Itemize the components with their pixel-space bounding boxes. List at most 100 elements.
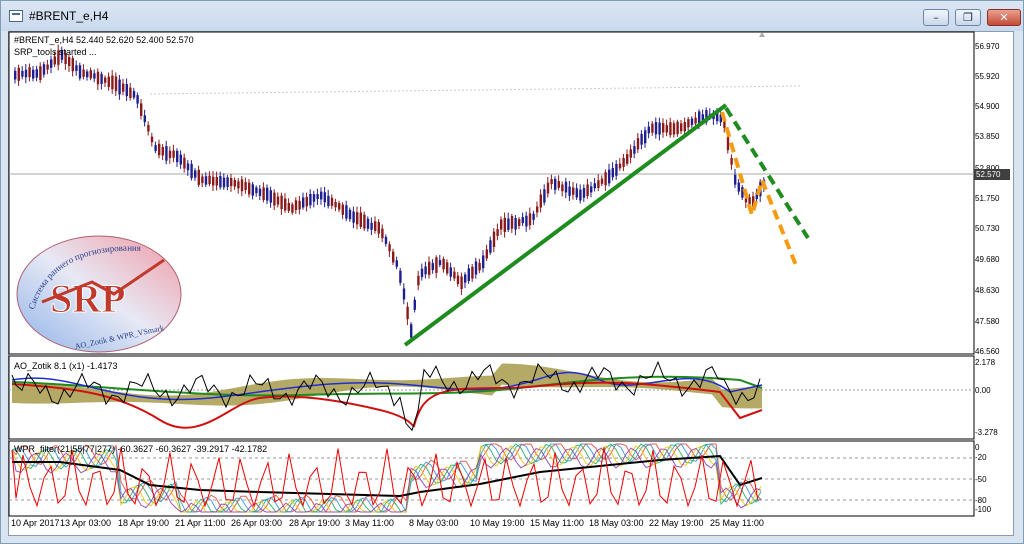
candle-body	[532, 213, 535, 220]
candle-body	[233, 180, 236, 187]
candle-body	[640, 133, 643, 145]
price-axis-label: 49.680	[975, 255, 1000, 264]
candle-body	[730, 157, 733, 165]
time-axis-label: 18 Apr 19:00	[118, 518, 170, 528]
candle-body	[284, 198, 287, 211]
candle-body	[438, 260, 442, 265]
time-axis-label: 26 Apr 03:00	[231, 518, 283, 528]
candle-body	[734, 174, 737, 185]
level-line	[149, 85, 801, 95]
candle-body	[546, 182, 550, 194]
candle-body	[550, 179, 553, 185]
candle-body	[518, 219, 521, 226]
candle-body	[690, 118, 694, 126]
candle-body	[208, 175, 211, 185]
price-axis-label: 50.730	[975, 224, 1000, 233]
time-axis-label: 13 Apr 03:00	[60, 518, 112, 528]
candle-body	[132, 91, 136, 98]
price-axis-label: 48.630	[975, 286, 1000, 295]
candle-body	[320, 191, 323, 200]
candle-body	[654, 122, 658, 135]
candle-body	[482, 255, 485, 269]
candle-body	[298, 200, 301, 210]
candle-body	[363, 214, 366, 229]
candle-body	[302, 197, 305, 208]
candle-body	[611, 168, 614, 178]
candle-body	[597, 180, 600, 188]
candle-body	[158, 143, 161, 156]
candle-body	[726, 136, 730, 151]
candle-body	[420, 268, 424, 277]
candle-body	[71, 58, 74, 72]
time-axis-label: 8 May 03:00	[409, 518, 459, 528]
candle-body	[672, 123, 676, 135]
candle-body	[309, 193, 312, 206]
candle-body	[168, 150, 172, 158]
candle-body	[384, 236, 388, 244]
candle-body	[406, 306, 409, 320]
candle-body	[446, 262, 449, 274]
ao-indicator	[11, 360, 763, 432]
wpr-axis-label: -80	[975, 496, 987, 505]
candle-body	[683, 122, 686, 132]
time-axis-label: 28 Apr 19:00	[289, 518, 341, 528]
candle-body	[564, 181, 568, 193]
candle-body	[280, 195, 283, 210]
candle-body	[669, 122, 672, 136]
candle-body	[251, 184, 254, 196]
candle-body	[737, 182, 740, 192]
candle-body	[586, 184, 589, 196]
candle-body	[129, 87, 132, 98]
candle-body	[662, 123, 665, 133]
forecast-zigzag-line	[720, 111, 799, 269]
candle-body	[442, 258, 445, 270]
candle-body	[395, 260, 398, 267]
candle-body	[165, 146, 168, 161]
candle-body	[46, 64, 49, 70]
candle-body	[521, 217, 524, 224]
candle-body	[507, 218, 510, 230]
candle-body	[204, 176, 208, 185]
candle-body	[579, 189, 582, 201]
candle-body	[212, 176, 215, 186]
candle-body	[312, 194, 316, 202]
candle-body	[510, 216, 514, 229]
price-axis-label: 53.850	[975, 132, 1000, 141]
candle-body	[122, 83, 125, 92]
candle-body	[14, 70, 17, 80]
candle-body	[266, 187, 269, 201]
candle-body	[244, 181, 247, 191]
candle-body	[593, 183, 596, 189]
candle-body	[186, 163, 190, 171]
candle-body	[647, 126, 650, 134]
candle-body	[651, 123, 654, 133]
candle-body	[201, 176, 204, 184]
price-axis-label: 47.580	[975, 317, 1000, 326]
candle-body	[39, 66, 42, 80]
scroll-marker-icon	[759, 32, 765, 37]
candle-body	[140, 103, 143, 116]
candle-body	[276, 196, 280, 205]
candle-body	[543, 189, 546, 203]
candle-body	[503, 217, 506, 232]
candle-body	[644, 130, 647, 144]
candle-body	[374, 221, 377, 231]
candle-body	[96, 71, 100, 85]
downtrend-forecast-line	[724, 106, 810, 240]
candle-body	[348, 209, 352, 220]
candle-body	[582, 188, 586, 198]
candle-body	[150, 136, 154, 143]
candle-body	[676, 121, 679, 135]
candle-body	[399, 270, 402, 283]
candle-body	[629, 149, 632, 158]
candle-body	[568, 186, 571, 196]
candle-body	[525, 215, 528, 227]
candle-body	[590, 186, 593, 193]
time-axis-label: 25 May 11:00	[710, 518, 764, 528]
candle-body	[500, 219, 503, 230]
candle-body	[197, 169, 200, 185]
candle-body	[32, 69, 35, 79]
candle-body	[294, 200, 298, 211]
candle-body	[287, 202, 290, 211]
candle-body	[377, 222, 380, 234]
